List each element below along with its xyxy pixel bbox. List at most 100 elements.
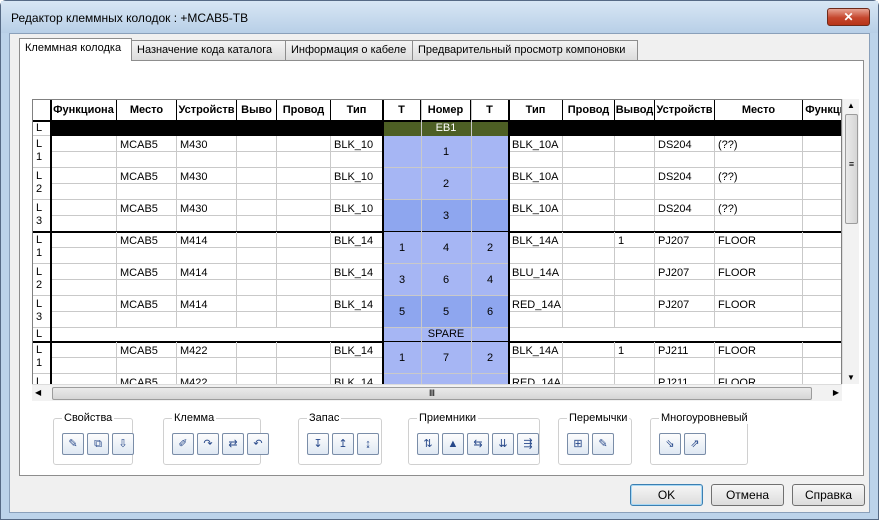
toolbar-icon-button[interactable]: ⇆: [467, 433, 489, 455]
terminal-grid[interactable]: Функциона Место Устройств Выво Провод Тип T Ном…: [32, 99, 842, 400]
cell-dev[interactable]: M414: [177, 296, 237, 312]
vertical-scrollbar[interactable]: ▲ ≡ ▼: [842, 99, 859, 384]
cell-empty[interactable]: [277, 232, 331, 248]
horizontal-scroll-thumb[interactable]: Ⅲ: [52, 387, 812, 400]
cell-empty[interactable]: [655, 312, 715, 328]
cell-empty[interactable]: [803, 136, 841, 152]
cell-empty[interactable]: [803, 312, 841, 328]
cell-dev[interactable]: M414: [177, 232, 237, 248]
cell-empty[interactable]: [563, 200, 615, 216]
toolbar-icon-button[interactable]: ↶: [247, 433, 269, 455]
cell-empty[interactable]: [277, 168, 331, 184]
cell-empty[interactable]: [277, 200, 331, 216]
cell-empty[interactable]: [509, 184, 563, 200]
cell-empty[interactable]: [509, 216, 563, 232]
cell-empty[interactable]: [51, 296, 117, 312]
cell-dev[interactable]: M430: [177, 136, 237, 152]
cell-pin2[interactable]: [615, 200, 655, 216]
ok-button[interactable]: OK: [630, 484, 703, 506]
column-header[interactable]: Функциона: [51, 100, 117, 122]
cell-loc2[interactable]: (??): [715, 168, 803, 184]
cell-empty[interactable]: [177, 216, 237, 232]
cancel-button[interactable]: Отмена: [711, 484, 784, 506]
cell-empty[interactable]: [615, 280, 655, 296]
cell-empty[interactable]: [237, 136, 277, 152]
toolbar-icon-button[interactable]: ▲: [442, 433, 464, 455]
cell-empty[interactable]: [277, 342, 331, 358]
cell-type[interactable]: BLK_14: [331, 232, 383, 248]
cell-empty[interactable]: [615, 312, 655, 328]
terminal-t1[interactable]: 5: [383, 306, 421, 318]
cell-empty[interactable]: [277, 280, 331, 296]
row-level-cell[interactable]: L 1: [33, 136, 51, 168]
cell-empty[interactable]: [803, 280, 841, 296]
terminal-t1[interactable]: 1: [383, 352, 421, 364]
cell-dev2[interactable]: DS204: [655, 200, 715, 216]
tab-terminal-strip[interactable]: Клеммная колодка: [19, 38, 132, 61]
column-header[interactable]: T: [383, 100, 421, 122]
toolbar-icon-button[interactable]: ✐: [172, 433, 194, 455]
toolbar-icon-button[interactable]: ⊞: [567, 433, 589, 455]
cell-empty[interactable]: [51, 232, 117, 248]
cell-empty[interactable]: [177, 152, 237, 168]
cell-type2[interactable]: BLU_14A: [509, 264, 563, 280]
cell-empty[interactable]: [117, 152, 177, 168]
cell-empty[interactable]: [803, 168, 841, 184]
row-level-cell[interactable]: L 3: [33, 200, 51, 232]
cell-empty[interactable]: [277, 358, 331, 374]
column-header[interactable]: Устройств: [655, 100, 715, 122]
cell-pin2[interactable]: [615, 136, 655, 152]
cell-empty[interactable]: [51, 200, 117, 216]
cell-empty[interactable]: [563, 312, 615, 328]
cell-loc[interactable]: MCAB5: [117, 136, 177, 152]
cell-empty[interactable]: [277, 152, 331, 168]
cell-empty[interactable]: [237, 312, 277, 328]
cell-empty[interactable]: [237, 358, 277, 374]
tab-catalog-code[interactable]: Назначение кода каталога: [131, 40, 286, 60]
cell-empty[interactable]: [51, 280, 117, 296]
toolbar-icon-button[interactable]: ⇊: [492, 433, 514, 455]
cell-loc[interactable]: MCAB5: [117, 232, 177, 248]
toolbar-icon-button[interactable]: ⇘: [659, 433, 681, 455]
cell-empty[interactable]: [277, 184, 331, 200]
cell-empty[interactable]: [715, 152, 803, 168]
cell-empty[interactable]: [615, 152, 655, 168]
cell-empty[interactable]: [563, 296, 615, 312]
cell-dev[interactable]: M430: [177, 168, 237, 184]
toolbar-icon-button[interactable]: ⇶: [517, 433, 539, 455]
terminal-number[interactable]: 5: [421, 306, 471, 318]
cell-loc2[interactable]: FLOOR: [715, 264, 803, 280]
toolbar-icon-button[interactable]: ↥: [332, 433, 354, 455]
cell-empty[interactable]: [237, 216, 277, 232]
cell-empty[interactable]: [803, 248, 841, 264]
cell-empty[interactable]: [277, 264, 331, 280]
terminal-t2[interactable]: 2: [471, 352, 509, 364]
cell-empty[interactable]: [117, 358, 177, 374]
toolbar-icon-button[interactable]: ⇩: [112, 433, 134, 455]
toolbar-icon-button[interactable]: ↧: [307, 433, 329, 455]
cell-empty[interactable]: [331, 248, 383, 264]
cell-type[interactable]: BLK_14: [331, 264, 383, 280]
cell-loc[interactable]: MCAB5: [117, 342, 177, 358]
cell-empty[interactable]: [237, 184, 277, 200]
cell-empty[interactable]: [803, 296, 841, 312]
cell-empty[interactable]: [277, 312, 331, 328]
cell-empty[interactable]: [277, 216, 331, 232]
cell-empty[interactable]: [563, 358, 615, 374]
toolbar-icon-button[interactable]: ⧉: [87, 433, 109, 455]
cell-empty[interactable]: [715, 358, 803, 374]
close-button[interactable]: ✕: [827, 8, 870, 26]
cell-dev2[interactable]: PJ207: [655, 264, 715, 280]
cell-dev2[interactable]: DS204: [655, 168, 715, 184]
row-level-cell[interactable]: L 3: [33, 296, 51, 328]
cell-empty[interactable]: [803, 342, 841, 358]
cell-empty[interactable]: [715, 248, 803, 264]
scroll-down-arrow[interactable]: ▼: [847, 373, 855, 382]
cell-loc[interactable]: MCAB5: [117, 264, 177, 280]
help-button[interactable]: Справка: [792, 484, 865, 506]
cell-empty[interactable]: [563, 136, 615, 152]
cell-empty[interactable]: [509, 248, 563, 264]
terminal-t1[interactable]: 3: [383, 274, 421, 286]
cell-empty[interactable]: [237, 264, 277, 280]
cell-empty[interactable]: [509, 152, 563, 168]
